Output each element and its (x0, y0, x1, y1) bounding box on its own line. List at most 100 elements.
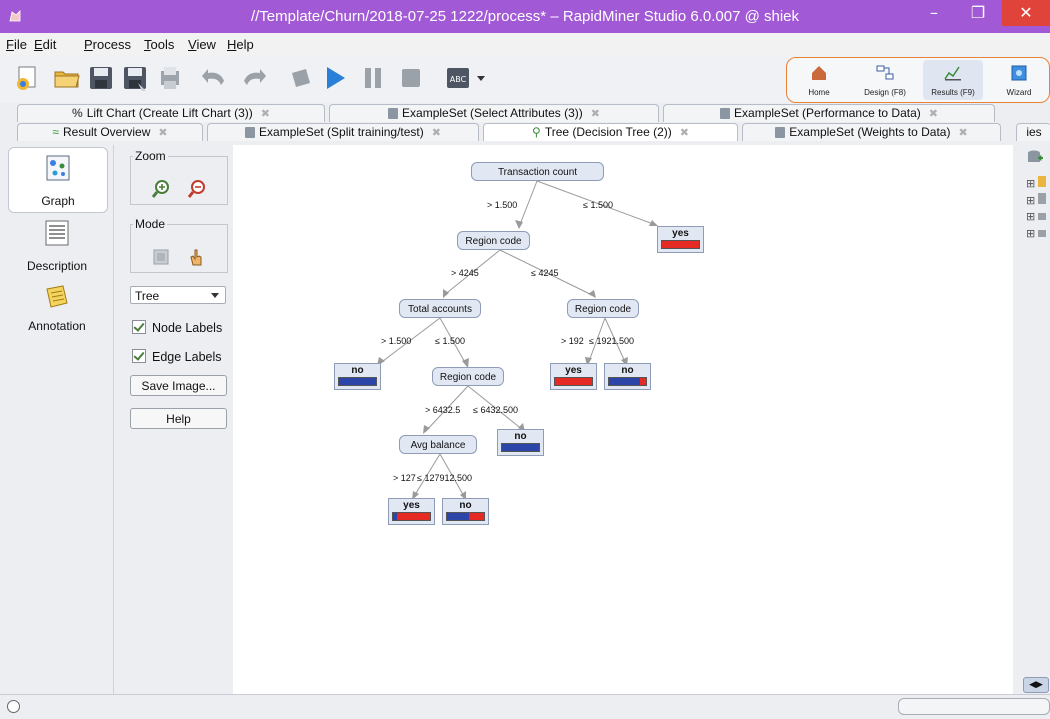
close-tab-icon[interactable]: ✖ (929, 108, 938, 120)
progress-bar (898, 698, 1050, 715)
picking-mode-hand-icon[interactable] (187, 247, 205, 267)
view-selector: Graph Description Annotation (0, 145, 114, 694)
menu-view[interactable]: View (188, 37, 216, 52)
tree-leaf[interactable]: yes (388, 498, 435, 525)
undo-icon[interactable] (200, 63, 230, 93)
perspective-wizard[interactable]: Wizard (989, 60, 1049, 100)
maximize-button[interactable]: ❐ (958, 0, 998, 26)
graph-tools-panel: Zoom Mode Tree Node Labels Edge Labels S… (114, 145, 233, 694)
tree-leaf[interactable]: no (497, 429, 544, 456)
tree-leaf[interactable]: no (604, 363, 651, 390)
tab-weights-to-data[interactable]: ExampleSet (Weights to Data) ✖ (742, 123, 1001, 141)
save-as-icon[interactable] (120, 63, 150, 93)
tree-leaf[interactable]: no (442, 498, 489, 525)
run-icon[interactable] (320, 63, 350, 93)
home-icon (812, 66, 826, 80)
scroll-arrows-icon[interactable]: ◀▶ (1023, 677, 1049, 693)
status-bar (0, 694, 1050, 719)
menu-edit[interactable]: Edit (34, 37, 56, 52)
tree-node-region-code[interactable]: Region code (432, 367, 504, 386)
close-button[interactable]: ✕ (1002, 0, 1050, 26)
tree-leaf[interactable]: no (334, 363, 381, 390)
save-icon[interactable] (86, 63, 116, 93)
zoom-out-icon[interactable] (187, 179, 207, 199)
edge-labels-checkbox[interactable]: Edge Labels (132, 349, 222, 364)
edge-label: > 6432.5 (425, 405, 461, 415)
tree-node-region-code[interactable]: Region code (457, 231, 530, 250)
tree-leaf[interactable]: yes (657, 226, 704, 253)
layout-select[interactable]: Tree (130, 286, 226, 304)
perspective-results[interactable]: Results (F9) (923, 60, 983, 100)
zoom-label: Zoom (135, 149, 166, 163)
view-graph-button[interactable]: Graph (8, 147, 108, 213)
perspective-home[interactable]: Home (789, 60, 849, 100)
decision-tree-canvas[interactable]: Transaction count Region code Total acco… (233, 145, 1013, 694)
edge-label: > 4245 (451, 268, 479, 278)
tree-leaf[interactable]: yes (550, 363, 597, 390)
close-tab-icon[interactable]: ✖ (158, 127, 167, 139)
percent-icon: % (72, 106, 83, 121)
description-icon (45, 220, 69, 246)
tree-node-transaction-count[interactable]: Transaction count (471, 162, 604, 181)
svg-text:ABC: ABC (450, 75, 467, 84)
mode-label: Mode (135, 217, 166, 231)
validate-icon[interactable]: ABC (444, 63, 488, 93)
tab-result-overview[interactable]: ≈ Result Overview ✖ (17, 123, 203, 141)
window-title: //Template/Churn/2018-07-25 1222/process… (250, 8, 800, 25)
wizard-icon (1011, 65, 1027, 81)
close-tab-icon[interactable]: ✖ (958, 127, 967, 139)
edge-label: ≤ 1921.500 (589, 336, 634, 346)
save-image-button[interactable]: Save Image... (130, 375, 227, 396)
design-icon (876, 65, 894, 80)
open-folder-icon[interactable] (52, 63, 82, 93)
title-bar: //Template/Churn/2018-07-25 1222/process… (0, 0, 1050, 33)
print-icon[interactable] (155, 63, 185, 93)
tab-select-attributes[interactable]: ExampleSet (Select Attributes (3)) ✖ (329, 104, 659, 122)
run-step-icon[interactable] (286, 63, 316, 93)
checkbox-checked-icon (132, 320, 146, 334)
redo-icon[interactable] (238, 63, 268, 93)
checkbox-checked-icon (132, 349, 146, 363)
view-annotation-button[interactable]: Annotation (8, 283, 106, 347)
tree-node-total-accounts[interactable]: Total accounts (399, 299, 481, 318)
tree-node-region-code[interactable]: Region code (567, 299, 639, 318)
overview-icon: ≈ (52, 125, 59, 140)
edge-label: > 192 (561, 336, 584, 346)
menu-tools[interactable]: Tools (144, 37, 174, 52)
repository-tree[interactable]: ⊞ ⊞ ⊞ ⊞ (1026, 176, 1050, 246)
menu-process[interactable]: Process (84, 37, 131, 52)
minimize-button[interactable]: – (914, 0, 954, 26)
edge-label: > 127 (393, 473, 416, 483)
close-tab-icon[interactable]: ✖ (591, 108, 600, 120)
add-repository-icon[interactable] (1027, 149, 1043, 165)
tree-node-avg-balance[interactable]: Avg balance (399, 435, 477, 454)
results-icon (944, 66, 961, 81)
transform-mode-icon[interactable] (153, 249, 169, 265)
table-icon (775, 127, 786, 139)
pause-icon[interactable] (358, 63, 388, 93)
zoom-group: Zoom (130, 149, 228, 205)
stop-icon[interactable] (396, 63, 426, 93)
edge-label: ≤ 1.500 (435, 336, 465, 346)
menu-file[interactable]: File (6, 37, 27, 52)
close-tab-icon[interactable]: ✖ (261, 108, 270, 120)
table-icon (245, 127, 256, 139)
close-tab-icon[interactable]: ✖ (432, 127, 441, 139)
edge-label: ≤ 4245 (531, 268, 559, 278)
close-tab-icon[interactable]: ✖ (680, 127, 689, 139)
perspective-switcher: Home Design (F8) Results (F9) Wizard (786, 57, 1050, 103)
tab-lift-chart[interactable]: % Lift Chart (Create Lift Chart (3)) ✖ (17, 104, 325, 122)
tab-decision-tree[interactable]: ⚲ Tree (Decision Tree (2)) ✖ (483, 123, 738, 141)
tab-split-training[interactable]: ExampleSet (Split training/test) ✖ (207, 123, 479, 141)
help-button[interactable]: Help (130, 408, 227, 429)
menu-help[interactable]: Help (227, 37, 254, 52)
zoom-in-icon[interactable] (151, 179, 171, 199)
tree-icon: ⚲ (532, 125, 541, 140)
tab-performance-to-data[interactable]: ExampleSet (Performance to Data) ✖ (663, 104, 995, 122)
new-process-icon[interactable] (12, 63, 42, 93)
tab-right-panel[interactable]: ies (1016, 123, 1050, 141)
view-description-button[interactable]: Description (8, 215, 106, 279)
result-tabs: % Lift Chart (Create Lift Chart (3)) ✖ Exa… (0, 103, 1050, 145)
node-labels-checkbox[interactable]: Node Labels (132, 320, 222, 335)
perspective-design[interactable]: Design (F8) (855, 60, 915, 100)
